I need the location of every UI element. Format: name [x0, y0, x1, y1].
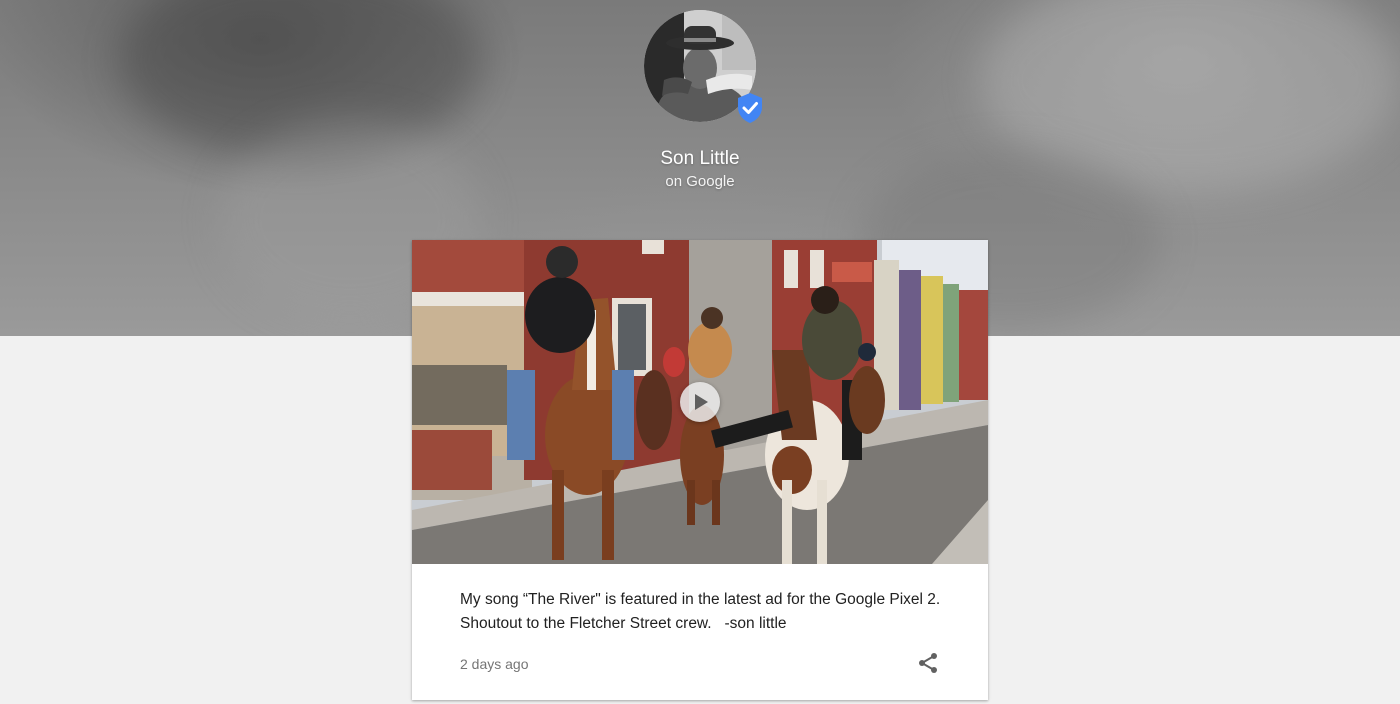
share-icon — [919, 653, 937, 673]
play-icon — [695, 394, 708, 410]
profile-name: Son Little — [660, 148, 740, 169]
verified-shield-icon — [736, 92, 764, 124]
profile-avatar[interactable] — [644, 10, 762, 123]
profile-subtitle: on Google — [665, 173, 735, 190]
post-video-thumbnail[interactable] — [412, 240, 988, 564]
play-button[interactable] — [680, 382, 720, 422]
post-timestamp: 2 days ago — [460, 656, 529, 672]
share-button[interactable] — [916, 651, 940, 675]
post-card: My song “The River" is featured in the l… — [412, 240, 988, 700]
post-body-text: My song “The River" is featured in the l… — [460, 591, 945, 632]
